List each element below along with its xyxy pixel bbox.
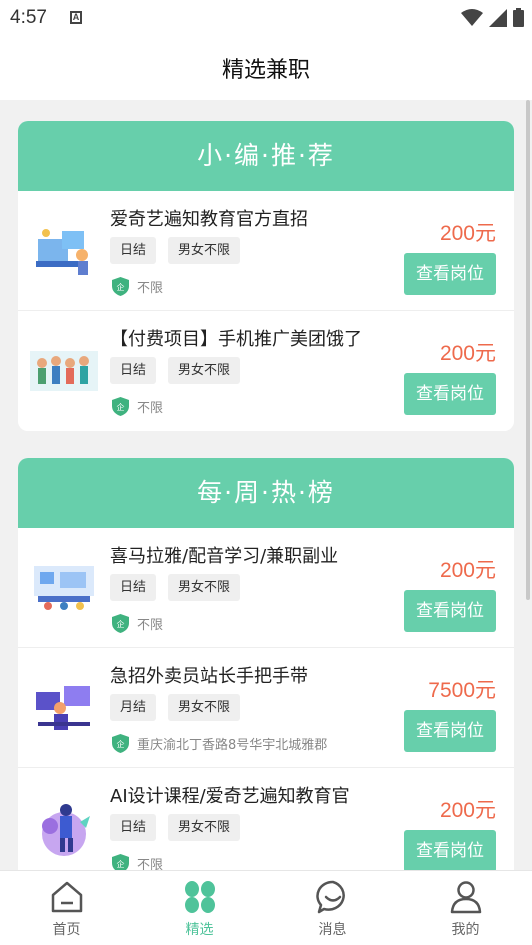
job-title: 【付费项目】手机推广美团饿了: [110, 329, 362, 350]
tag-gender: 男女不限: [168, 814, 241, 841]
location-text: 不限: [137, 401, 164, 416]
tag-gender: 男女不限: [168, 357, 241, 384]
tag-payment: 月结: [110, 694, 157, 721]
job-card[interactable]: 喜马拉雅/配音学习/兼职副业 日结 男女不限 企 不限 200元 查看岗位: [18, 528, 514, 648]
tab-messages[interactable]: 消息: [266, 871, 399, 945]
page-header: 精选兼职: [0, 36, 532, 100]
section-editor-picks: 小·编·推·荐 爱奇艺遍知教育官方直招 日结 男女不限 企 不限 200元 查看…: [18, 121, 514, 431]
job-tags: 日结 男女不限: [110, 814, 241, 841]
view-job-button[interactable]: 查看岗位: [404, 710, 496, 752]
grid-icon: [184, 881, 215, 913]
job-location: 企 不限: [112, 614, 163, 633]
wifi-icon: [461, 8, 483, 26]
job-card[interactable]: 【付费项目】手机推广美团饿了 日结 男女不限 企 不限 200元 查看岗位: [18, 311, 514, 431]
svg-text:企: 企: [117, 859, 125, 869]
enterprise-shield-icon: 企: [112, 854, 129, 870]
job-title: 急招外卖员站长手把手带: [110, 666, 308, 687]
enterprise-shield-icon: 企: [112, 734, 129, 753]
job-price: 200元: [439, 799, 496, 822]
section-title: 每·周·热·榜: [18, 458, 514, 528]
tag-gender: 男女不限: [168, 694, 241, 721]
enterprise-shield-icon: 企: [112, 277, 129, 296]
tab-profile[interactable]: 我的: [399, 871, 532, 945]
job-thumbnail-delivery-icon: [36, 686, 90, 730]
job-price: 200元: [439, 559, 496, 582]
job-thumbnail-meeting-icon: [34, 566, 94, 610]
tag-gender: 男女不限: [168, 237, 241, 264]
location-text: 不限: [137, 281, 164, 296]
tab-label: 首页: [52, 922, 81, 938]
section-weekly-hot: 每·周·热·榜 喜马拉雅/配音学习/兼职副业 日结 男女不限 企 不限 200元…: [18, 458, 514, 870]
status-time: 4:57: [10, 7, 47, 28]
view-job-button[interactable]: 查看岗位: [404, 253, 496, 295]
svg-text:企: 企: [117, 282, 125, 292]
message-icon: [315, 880, 345, 914]
svg-text:企: 企: [117, 402, 125, 412]
job-card[interactable]: AI设计课程/爱奇艺遍知教育官 日结 男女不限 企 不限 200元 查看岗位: [18, 768, 514, 870]
job-title: 爱奇艺遍知教育官方直招: [110, 209, 308, 230]
location-text: 不限: [137, 618, 164, 633]
tag-payment: 日结: [110, 357, 157, 384]
job-tags: 月结 男女不限: [110, 694, 241, 721]
tag-payment: 日结: [110, 237, 157, 264]
enterprise-shield-icon: 企: [112, 614, 129, 633]
location-text: 不限: [137, 858, 164, 870]
view-job-button[interactable]: 查看岗位: [404, 373, 496, 415]
battery-icon: [513, 8, 524, 27]
job-thumbnail-office-icon: [36, 229, 88, 275]
tab-label: 消息: [318, 922, 347, 938]
job-price: 7500元: [428, 679, 496, 702]
job-price: 200元: [439, 222, 496, 245]
page-title: 精选兼职: [221, 58, 310, 83]
tag-payment: 日结: [110, 814, 157, 841]
tab-label: 我的: [451, 922, 480, 938]
job-location: 企 不限: [112, 854, 163, 870]
svg-text:企: 企: [117, 739, 125, 749]
tab-featured[interactable]: 精选: [133, 871, 266, 945]
signal-icon: [489, 8, 507, 27]
job-tags: 日结 男女不限: [110, 357, 241, 384]
job-location: 企 不限: [112, 397, 163, 416]
bottom-tab-bar: 首页 精选 消息 我的: [0, 870, 532, 945]
job-location: 企 重庆渝北丁香路8号华宇北城雅郡: [112, 734, 327, 753]
view-job-button[interactable]: 查看岗位: [404, 830, 496, 870]
scrollbar[interactable]: [526, 100, 530, 600]
svg-text:企: 企: [117, 619, 125, 629]
tag-payment: 日结: [110, 574, 157, 601]
job-tags: 日结 男女不限: [110, 237, 241, 264]
tag-gender: 男女不限: [168, 574, 241, 601]
job-title: AI设计课程/爱奇艺遍知教育官: [110, 786, 350, 807]
location-text: 重庆渝北丁香路8号华宇北城雅郡: [137, 738, 328, 753]
job-thumbnail-team-icon: [30, 351, 98, 391]
tab-home[interactable]: 首页: [0, 871, 133, 945]
job-location: 企 不限: [112, 277, 163, 296]
home-icon: [51, 881, 82, 913]
view-job-button[interactable]: 查看岗位: [404, 590, 496, 632]
job-price: 200元: [439, 342, 496, 365]
job-list-scroll[interactable]: 小·编·推·荐 爱奇艺遍知教育官方直招 日结 男女不限 企 不限 200元 查看…: [0, 100, 532, 870]
job-title: 喜马拉雅/配音学习/兼职副业: [110, 546, 339, 567]
tab-label: 精选: [185, 922, 214, 938]
status-icons: [461, 8, 524, 27]
user-icon: [450, 881, 481, 914]
job-thumbnail-design-icon: [42, 804, 90, 856]
job-card[interactable]: 爱奇艺遍知教育官方直招 日结 男女不限 企 不限 200元 查看岗位: [18, 191, 514, 311]
notification-a-icon: A: [70, 11, 82, 24]
section-title: 小·编·推·荐: [18, 121, 514, 191]
job-tags: 日结 男女不限: [110, 574, 241, 601]
enterprise-shield-icon: 企: [112, 397, 129, 416]
job-card[interactable]: 急招外卖员站长手把手带 月结 男女不限 企 重庆渝北丁香路8号华宇北城雅郡 75…: [18, 648, 514, 768]
status-bar: 4:57 A: [0, 0, 532, 36]
